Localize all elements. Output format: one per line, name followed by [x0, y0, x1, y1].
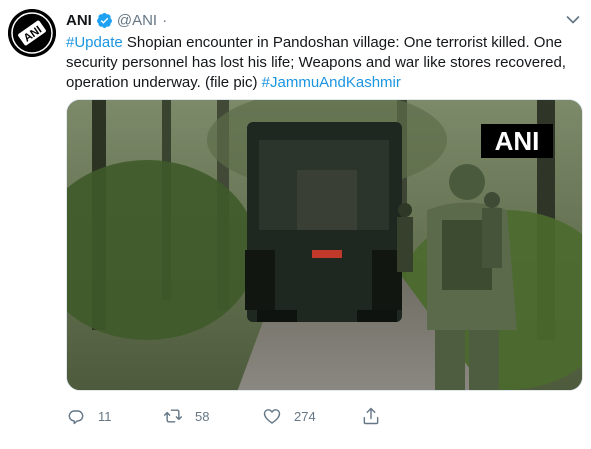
ani-logo-icon: ANI	[8, 9, 56, 57]
author-name[interactable]: ANI	[66, 12, 92, 29]
chevron-down-icon[interactable]	[566, 12, 580, 24]
tweet-text-line: operation underway. (file pic) #JammuAnd…	[66, 73, 581, 93]
share-button[interactable]	[361, 402, 381, 430]
like-button[interactable]: 274	[262, 402, 316, 430]
tweet-card: ANI ANI @ANI · #Update Shopian encounter…	[0, 0, 591, 449]
tweet-text-line: security personnel has lost his life; We…	[66, 53, 581, 73]
tweet-actions: 11 58 274	[66, 402, 486, 430]
avatar[interactable]: ANI	[8, 9, 56, 57]
retweet-count: 58	[195, 408, 210, 424]
share-icon	[363, 407, 379, 425]
tweet-text: #Update Shopian encounter in Pandoshan v…	[66, 33, 581, 93]
reply-count: 11	[98, 408, 112, 424]
hashtag-link[interactable]: #JammuAndKashmir	[262, 74, 401, 91]
verified-badge-icon	[96, 12, 113, 29]
tweet-text-segment: Shopian encounter in Pandoshan village: …	[122, 34, 563, 51]
hashtag-link[interactable]: #Update	[66, 34, 123, 51]
tweet-media-photo[interactable]: ANI	[66, 99, 583, 391]
reply-button[interactable]: 11	[66, 402, 112, 430]
tweet-text-segment: operation underway. (file pic)	[66, 74, 262, 91]
author-handle[interactable]: @ANI	[117, 12, 157, 29]
tweet-text-segment: security personnel has lost his life; We…	[66, 54, 566, 71]
retweet-icon	[163, 409, 183, 423]
tweet-text-line: #Update Shopian encounter in Pandoshan v…	[66, 33, 581, 53]
photo-of-armored-vehicle-and-soldiers-icon: ANI	[67, 100, 582, 390]
media-watermark: ANI	[495, 126, 540, 156]
retweet-button[interactable]: 58	[163, 402, 209, 430]
like-count: 274	[294, 408, 316, 424]
tweet-header: ANI @ANI ·	[66, 10, 167, 30]
separator-dot: ·	[162, 11, 168, 29]
reply-icon	[68, 410, 84, 425]
heart-icon	[263, 409, 281, 424]
